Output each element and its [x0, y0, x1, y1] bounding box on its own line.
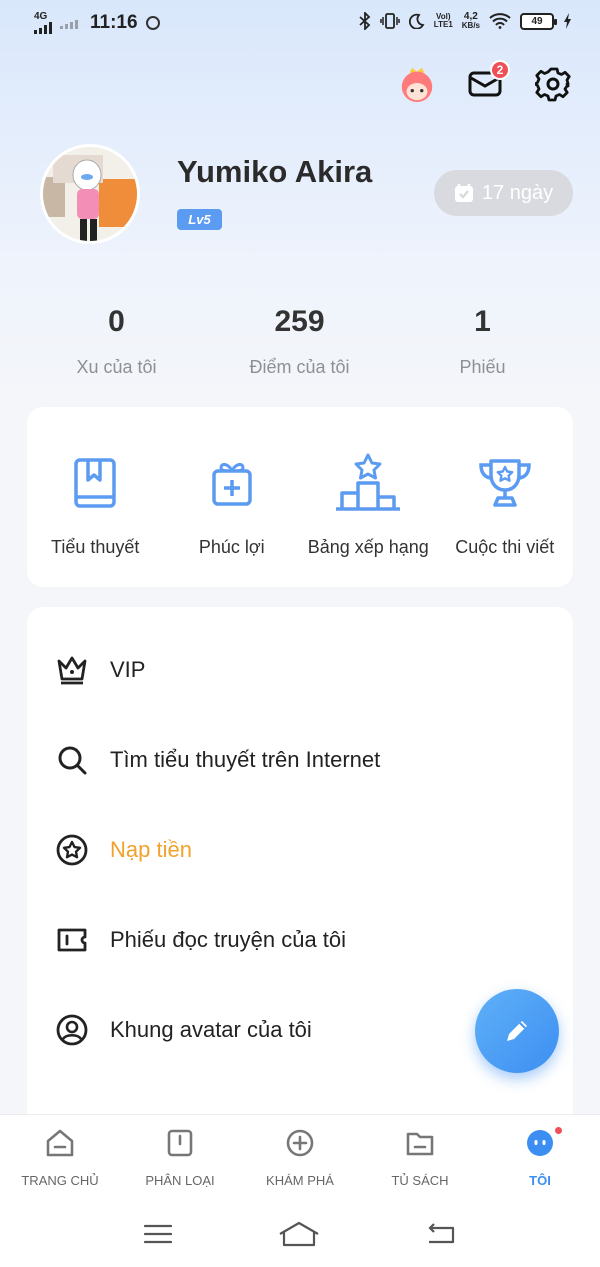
- gift-icon: [212, 462, 252, 506]
- mascot-icon: [401, 67, 433, 103]
- home-icon: [46, 1129, 74, 1157]
- moon-icon: [408, 13, 425, 29]
- avatar-image: [43, 147, 137, 241]
- mailbox-button[interactable]: 2: [466, 60, 510, 104]
- category-icon: [167, 1129, 193, 1157]
- nav-label: KHÁM PHÁ: [266, 1173, 334, 1188]
- stat-value: 259: [274, 305, 325, 338]
- back-icon[interactable]: [425, 1222, 457, 1246]
- search-icon: [58, 746, 87, 775]
- crown-icon: [57, 656, 87, 685]
- bottom-nav: TRANG CHỦ PHÂN LOẠI KHÁM PHÁ TỦ SÁCH TÔI: [0, 1114, 600, 1200]
- network-type: 4G: [34, 11, 48, 22]
- vibrate-icon: [380, 13, 400, 29]
- stat-value: 0: [108, 305, 125, 338]
- trophy-icon: [478, 459, 531, 507]
- username: Yumiko Akira: [177, 154, 373, 189]
- checkin-button[interactable]: 17 ngày: [434, 170, 573, 216]
- write-button[interactable]: [475, 989, 559, 1073]
- feature-label: Phúc lợi: [198, 537, 265, 557]
- avatar[interactable]: [40, 144, 140, 244]
- menu-label: VIP: [110, 657, 146, 682]
- stat-label: Phiếu: [459, 357, 506, 377]
- nav-label: TÔI: [529, 1173, 551, 1188]
- star-circle-icon: [56, 834, 88, 866]
- menu-label: Tìm tiểu thuyết trên Internet: [110, 747, 381, 772]
- level-badge: Lv5: [177, 209, 222, 230]
- stat-points[interactable]: 259 Điểm của tôi: [208, 305, 391, 378]
- bookshelf-icon: [406, 1132, 434, 1156]
- mail-badge: 2: [490, 60, 510, 80]
- nav-explore[interactable]: KHÁM PHÁ: [240, 1115, 360, 1200]
- coin-status-icon: [145, 16, 160, 30]
- bluetooth-icon: [359, 12, 371, 30]
- stat-value: 1: [474, 305, 491, 338]
- menu-item-vip[interactable]: VIP: [27, 625, 573, 715]
- system-nav-bar: [0, 1200, 600, 1267]
- explore-icon: [286, 1129, 314, 1157]
- checkin-label: 17 ngày: [481, 181, 554, 204]
- signal-icon: [34, 22, 52, 34]
- feature-benefits[interactable]: Phúc lợi: [164, 407, 301, 587]
- nav-bookshelf[interactable]: TỦ SÁCH: [360, 1115, 480, 1200]
- home-gesture-icon[interactable]: [278, 1220, 320, 1248]
- network-speed: 4,2 KB/s: [462, 12, 480, 30]
- notification-dot: [553, 1125, 564, 1136]
- stat-tickets[interactable]: 1 Phiếu: [391, 305, 574, 378]
- feature-novels[interactable]: Tiểu thuyết: [27, 407, 164, 587]
- wifi-icon: [489, 13, 511, 29]
- book-icon: [74, 458, 116, 508]
- header-actions: 2: [398, 60, 572, 104]
- settings-button[interactable]: [534, 64, 572, 104]
- ticket-icon: [57, 928, 87, 952]
- avatar-frame-icon: [56, 1014, 88, 1046]
- nav-label: TỦ SÁCH: [391, 1173, 449, 1188]
- battery-indicator: 49: [520, 12, 557, 30]
- stats-row: 0 Xu của tôi 259 Điểm của tôi 1 Phiếu: [0, 305, 600, 378]
- calendar-check-icon: [454, 184, 473, 202]
- feature-label: Bảng xếp hạng: [307, 537, 429, 557]
- mascot-button[interactable]: [398, 64, 436, 104]
- nav-home[interactable]: TRANG CHỦ: [0, 1115, 120, 1200]
- pencil-icon: [507, 1021, 527, 1041]
- feature-label: Cuộc thi viết: [455, 537, 555, 557]
- feature-card: Tiểu thuyết Phúc lợi Bảng xếp hạng Cuộc …: [27, 407, 573, 587]
- stat-coins[interactable]: 0 Xu của tôi: [25, 305, 208, 378]
- feature-label: Tiểu thuyết: [51, 537, 140, 557]
- clock: 11:16: [90, 12, 138, 33]
- menu-item-search-novel[interactable]: Tìm tiểu thuyết trên Internet: [27, 715, 573, 805]
- status-bar: 4G 11:16 Vol) LTE1 4,2 KB/s 49: [0, 0, 600, 48]
- nav-category[interactable]: PHÂN LOẠI: [120, 1115, 240, 1200]
- volte-bottom: LTE1: [433, 20, 453, 29]
- me-icon: [527, 1130, 553, 1156]
- menu-item-reading-tickets[interactable]: Phiếu đọc truyện của tôi: [27, 895, 573, 985]
- nav-label: TRANG CHỦ: [21, 1173, 99, 1188]
- nav-label: PHÂN LOẠI: [145, 1173, 215, 1188]
- feature-writing-contest[interactable]: Cuộc thi viết: [437, 407, 574, 587]
- speed-unit: KB/s: [461, 21, 480, 30]
- charging-icon: [564, 13, 571, 29]
- nav-me[interactable]: TÔI: [480, 1115, 600, 1200]
- stat-label: Điểm của tôi: [249, 357, 350, 377]
- podium-icon: [336, 453, 401, 511]
- menu-label: Phiếu đọc truyện của tôi: [110, 927, 347, 952]
- volte-indicator: Vol) LTE1: [434, 13, 453, 29]
- menu-label: Khung avatar của tôi: [110, 1017, 312, 1042]
- menu-item-top-up[interactable]: Nạp tiền: [27, 805, 573, 895]
- menu-icon[interactable]: [143, 1223, 173, 1245]
- stat-label: Xu của tôi: [76, 357, 157, 377]
- signal-2-icon: [60, 17, 78, 29]
- menu-label: Nạp tiền: [110, 837, 192, 862]
- feature-ranking[interactable]: Bảng xếp hạng: [300, 407, 437, 587]
- gear-icon: [535, 67, 571, 102]
